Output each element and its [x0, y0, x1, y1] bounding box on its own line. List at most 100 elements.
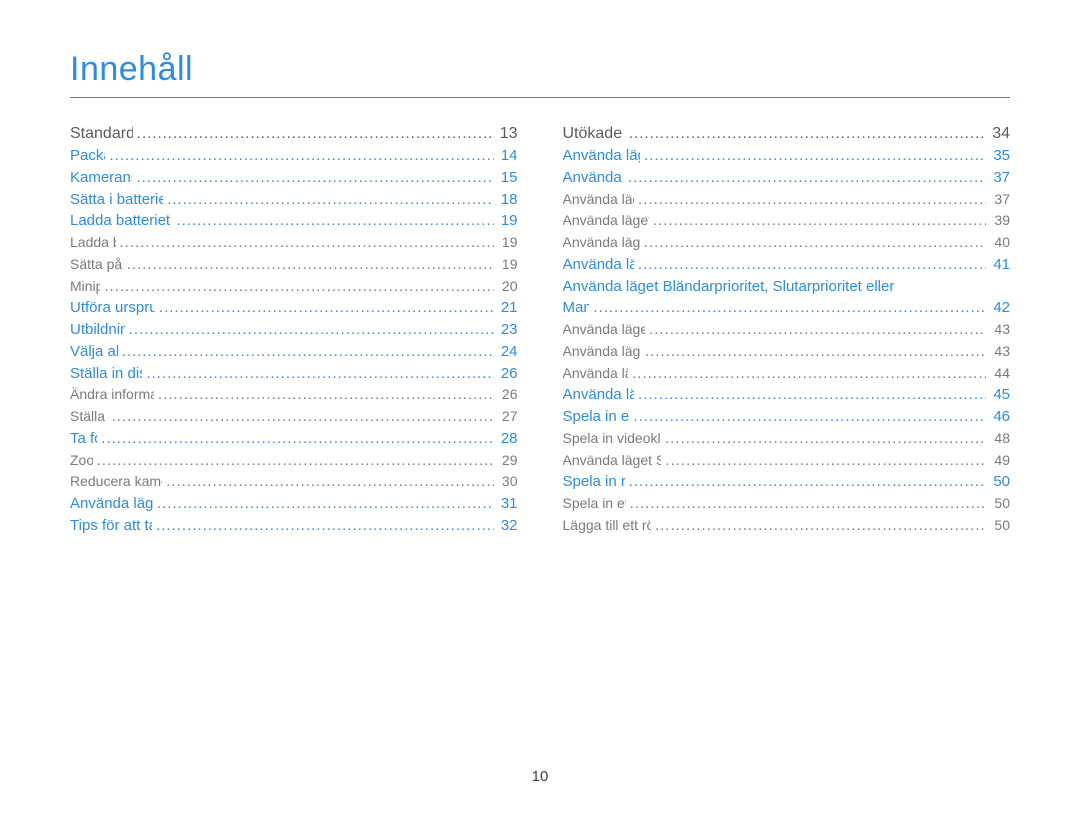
toc-dots: [628, 363, 986, 385]
toc-dots: [589, 297, 986, 319]
toc-label: Ta foton: [70, 428, 97, 450]
toc-page-number: 19: [494, 232, 518, 252]
toc-page-number: 14: [494, 145, 518, 167]
toc-label: Spela in röstmemon: [563, 471, 625, 493]
toc-page-number: 30: [494, 471, 518, 491]
toc-dots: [125, 319, 494, 341]
toc-dots: [625, 471, 986, 493]
toc-label: Packa upp: [70, 145, 105, 167]
toc-page-number: 37: [986, 189, 1010, 209]
toc-entry: Använda läget Skönhetsbild 40: [563, 232, 1011, 254]
toc-entry[interactable]: Använda läget Smart Auto35: [563, 145, 1011, 167]
toc-label: Använda läget Manuell: [563, 363, 629, 383]
toc-dots: [123, 254, 494, 276]
toc-label: Spela in ett röstmemo: [563, 493, 626, 513]
toc-dots: [163, 189, 493, 211]
toc-label: Använda läget Bländarprioritet, Slutarpr…: [563, 276, 895, 298]
toc-page-number: 46: [986, 406, 1010, 428]
toc-entry[interactable]: Ställa in display och ljud26: [70, 363, 518, 385]
toc-entry[interactable]: Utbildningsikoner23: [70, 319, 518, 341]
toc-label: Använda läget Action-panorama: [563, 210, 649, 230]
toc-label: Använda läget Smart Scene Detection: [563, 450, 662, 470]
toc-page-number: 31: [494, 493, 518, 515]
toc-entry: Ändra informationen som visas 26: [70, 384, 518, 406]
toc-label: Ladda batteriet: [70, 232, 116, 252]
toc-entry: Ställa in ljud27: [70, 406, 518, 428]
toc-entry: Använda läget Slutarprioritet43: [563, 341, 1011, 363]
toc-dots: [105, 145, 493, 167]
toc-page-number: 49: [986, 450, 1010, 470]
toc-entry: Ladda batteriet 19: [70, 232, 518, 254]
toc-entry[interactable]: Använda lägesväljarenheten31: [70, 493, 518, 515]
toc-page-number: 26: [494, 363, 518, 385]
toc-label: Lägga till ett röstmemo till ett foto: [563, 515, 651, 535]
toc-label: Använda läget Smart Auto: [563, 145, 641, 167]
toc-page-number: 13: [494, 122, 518, 145]
toc-entry[interactable]: Kamerans utseende15: [70, 167, 518, 189]
toc-label: Välja alternativ: [70, 341, 118, 363]
toc-label: Använda motivläget: [563, 167, 624, 189]
toc-label: Zooma: [70, 450, 93, 470]
toc-entry[interactable]: Använda motivläget 37: [563, 167, 1011, 189]
toc-page-number: 43: [986, 319, 1010, 339]
toc-label: Minipanel: [70, 276, 100, 296]
toc-page-number: 37: [986, 167, 1010, 189]
toc-label: Ladda batteriet och sätta på kameran: [70, 210, 172, 232]
toc-label: Sätta i batteriet och minneskortet: [70, 189, 163, 211]
toc-label: Spela in videoklipp med hög hastighet: [563, 428, 661, 448]
toc-page-number: 39: [986, 210, 1010, 230]
toc-entry: Använda läget Action-panorama 39: [563, 210, 1011, 232]
toc-entry[interactable]: Använda läget Program41: [563, 254, 1011, 276]
toc-dots: [152, 515, 493, 537]
toc-entry[interactable]: Packa upp 14: [70, 145, 518, 167]
toc-entry[interactable]: Utökade funktioner34: [563, 122, 1011, 145]
toc-entry: Spela in videoklipp med hög hastighet 48: [563, 428, 1011, 450]
toc-label: Ändra informationen som visas: [70, 384, 154, 404]
toc-entry[interactable]: Välja alternativ24: [70, 341, 518, 363]
toc-label: Kamerans utseende: [70, 167, 132, 189]
toc-page-number: 19: [494, 210, 518, 232]
toc-dots: [634, 384, 986, 406]
toc-dots: [108, 406, 494, 428]
toc-label: Använda läget Panorama: [563, 189, 635, 209]
toc-page-number: 27: [494, 406, 518, 426]
toc-entry[interactable]: Ta foton28: [70, 428, 518, 450]
toc-entry: Reducera kameraskakningar (OIS)30: [70, 471, 518, 493]
toc-dots: [153, 493, 494, 515]
toc-page-number: 21: [494, 297, 518, 319]
toc-column-left: Standardfunktioner13Packa upp14Kamerans …: [70, 122, 518, 537]
toc-dots: [649, 210, 986, 232]
toc-page-number: 23: [494, 319, 518, 341]
toc-dots: [116, 232, 494, 254]
toc-dots: [162, 471, 493, 493]
toc-dots: [641, 341, 986, 363]
toc-page-number: 40: [986, 232, 1010, 252]
toc-entry[interactable]: Manuell42: [563, 297, 1011, 319]
page-title: Innehåll: [70, 50, 1010, 89]
toc-label: Utökade funktioner: [563, 122, 625, 145]
toc-entry[interactable]: Tips för att ta skarpare foton32: [70, 515, 518, 537]
toc-page-number: 19: [494, 254, 518, 274]
toc-entry[interactable]: Utföra ursprungsinställningen21: [70, 297, 518, 319]
toc-entry[interactable]: Spela in ett videoklipp 46: [563, 406, 1011, 428]
toc-page-number: 26: [494, 384, 518, 404]
toc-dots: [133, 123, 494, 145]
toc-dots: [97, 428, 493, 450]
footer-page-number: 10: [0, 768, 1080, 785]
title-rule: [70, 97, 1010, 98]
toc-dots: [625, 123, 986, 145]
toc-entry: Använda läget Manuell44: [563, 363, 1011, 385]
toc-dots: [661, 428, 986, 450]
toc-entry[interactable]: Använda läget DUAL IS45: [563, 384, 1011, 406]
toc-label: Spela in ett videoklipp: [563, 406, 630, 428]
toc-dots: [645, 319, 986, 341]
toc-entry[interactable]: Standardfunktioner13: [70, 122, 518, 145]
toc-entry[interactable]: Ladda batteriet och sätta på kameran 19: [70, 210, 518, 232]
toc-dots: [155, 297, 494, 319]
toc-entry[interactable]: Spela in röstmemon50: [563, 471, 1011, 493]
toc-entry[interactable]: Använda läget Bländarprioritet, Slutarpr…: [563, 276, 1011, 298]
toc-entry[interactable]: Sätta i batteriet och minneskortet18: [70, 189, 518, 211]
toc-label: Använda läget Skönhetsbild: [563, 232, 640, 252]
toc-page-number: 48: [986, 428, 1010, 448]
toc-page-number: 50: [986, 493, 1010, 513]
